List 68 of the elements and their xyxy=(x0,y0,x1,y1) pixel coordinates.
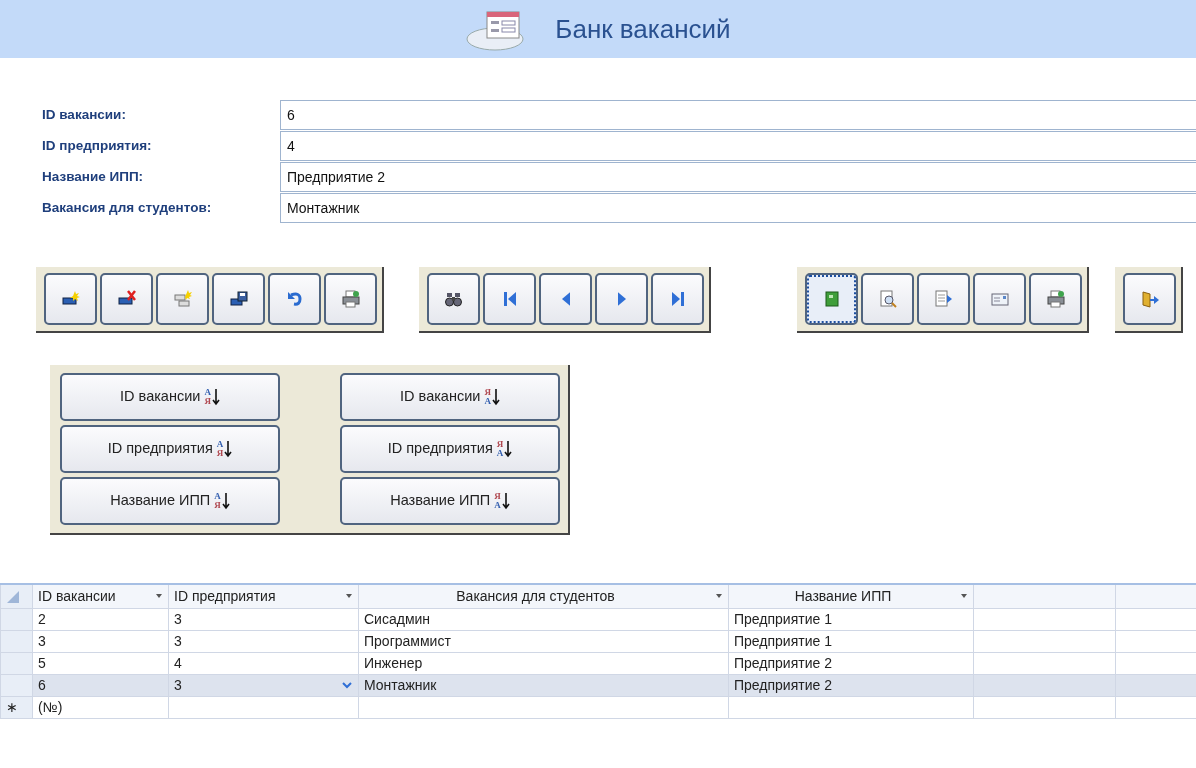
toolbar-button[interactable] xyxy=(805,273,858,325)
table-cell: Предприятие 2 xyxy=(728,674,974,696)
previous-icon xyxy=(561,292,570,306)
select-all-cell[interactable] xyxy=(0,584,33,608)
table-cell: 3 xyxy=(32,630,169,652)
table-cell: 6 xyxy=(32,674,169,696)
toolbar-button[interactable] xyxy=(44,273,97,325)
table-cell: Монтажник xyxy=(358,674,729,696)
toolbar-button[interactable] xyxy=(483,273,536,325)
toolbar-button[interactable] xyxy=(861,273,914,325)
toolbar-button[interactable] xyxy=(917,273,970,325)
new-record-marker: ∗ xyxy=(0,696,33,718)
printer-icon xyxy=(1045,289,1066,309)
field-label: Вакансия для студентов: xyxy=(42,198,213,217)
table-row[interactable]: 6 3 Монтажник Предприятие 2 xyxy=(0,674,1196,696)
table-cell: Сисадмин xyxy=(358,608,729,630)
table-cell: Программист xyxy=(358,630,729,652)
toolbar-button[interactable] xyxy=(156,273,209,325)
toolbar-button[interactable] xyxy=(324,273,377,325)
dropdown-arrow-icon[interactable] xyxy=(345,593,353,600)
printer-icon xyxy=(340,289,361,309)
corner-icon xyxy=(6,590,20,605)
toolbar-button[interactable] xyxy=(651,273,704,325)
toolbar-button[interactable] xyxy=(427,273,480,325)
text-field[interactable]: Монтажник xyxy=(280,193,1196,223)
column-header[interactable]: ID вакансии xyxy=(32,584,169,608)
record-save-icon xyxy=(228,289,249,309)
column-header[interactable]: Вакансия для студентов xyxy=(358,584,729,608)
records-star-icon xyxy=(172,289,193,309)
next-icon xyxy=(617,292,626,306)
table-cell: Предприятие 1 xyxy=(728,608,974,630)
column-header[interactable]: Название ИПП xyxy=(728,584,974,608)
toolbar-button[interactable] xyxy=(268,273,321,325)
field-label: ID вакансии: xyxy=(42,105,127,124)
table-cell: Инженер xyxy=(358,652,729,674)
new-record-field[interactable]: (№) xyxy=(32,696,169,718)
toolbar-button[interactable] xyxy=(595,273,648,325)
table-cell: Предприятие 1 xyxy=(728,630,974,652)
form-title: Банк вакансий xyxy=(555,12,731,46)
toolbar-button[interactable] xyxy=(973,273,1026,325)
text-field[interactable]: Предприятие 2 xyxy=(280,162,1196,192)
table-cell: 3 xyxy=(168,608,359,630)
table-cell: 3 xyxy=(168,630,359,652)
table-row[interactable]: 5 4 Инженер Предприятие 2 xyxy=(0,652,1196,674)
dropdown-arrow-icon[interactable] xyxy=(155,593,163,600)
field-label: ID предприятия: xyxy=(42,136,153,155)
text-field[interactable]: 4 xyxy=(280,131,1196,161)
toolbar-button[interactable] xyxy=(1123,273,1176,325)
toolbar-button[interactable] xyxy=(212,273,265,325)
table-row[interactable]: 3 3 Программист Предприятие 1 xyxy=(0,630,1196,652)
dropdown-arrow-icon[interactable] xyxy=(715,593,723,600)
dropdown-arrow-icon[interactable] xyxy=(960,593,968,600)
table-cell: Предприятие 2 xyxy=(728,652,974,674)
text-field[interactable]: 6 xyxy=(280,100,1196,130)
table-cell: 5 xyxy=(32,652,169,674)
column-header[interactable]: ID предприятия xyxy=(168,584,359,608)
door-arrow-icon xyxy=(1139,289,1160,309)
toolbar-button[interactable] xyxy=(100,273,153,325)
document-arrow-icon xyxy=(933,289,954,309)
magnifier-page-icon xyxy=(877,289,898,309)
table-cell: 4 xyxy=(168,652,359,674)
field-label: Название ИПП: xyxy=(42,167,145,186)
table-row[interactable]: 2 3 Сисадмин Предприятие 1 xyxy=(0,608,1196,630)
toolbar-button[interactable] xyxy=(1029,273,1082,325)
combo-dropdown-icon[interactable] xyxy=(341,680,353,690)
toolbar-button[interactable] xyxy=(539,273,592,325)
table-cell: 2 xyxy=(32,608,169,630)
table-cell-text: 3 xyxy=(174,675,182,695)
